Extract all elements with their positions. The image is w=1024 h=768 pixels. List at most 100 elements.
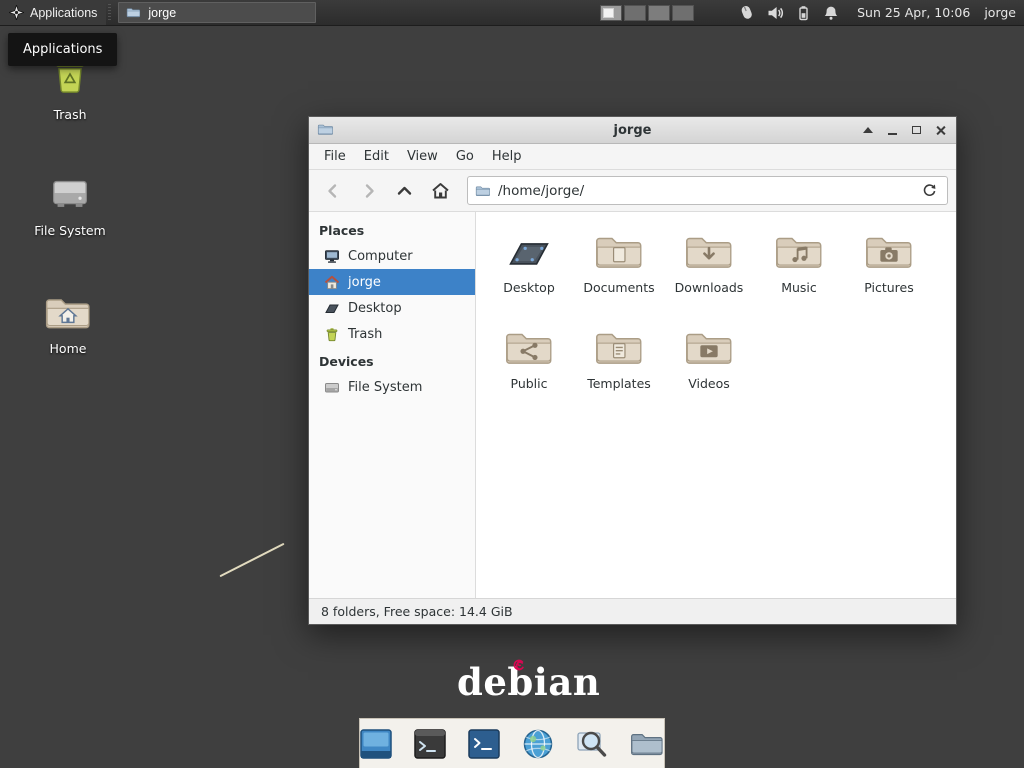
applications-menu-label: Applications — [30, 6, 97, 20]
desktop-surface-icon — [324, 301, 340, 316]
file-manager-window: jorge File Edit View Go Help — [308, 116, 957, 625]
taskbar-window-label: jorge — [148, 6, 176, 20]
folder-templates-icon — [593, 326, 645, 370]
taskbar-window-button[interactable]: jorge — [118, 2, 316, 23]
computer-icon — [324, 249, 340, 264]
file-manager-launcher[interactable] — [629, 724, 665, 764]
up-button[interactable] — [389, 176, 420, 206]
up-icon — [396, 183, 413, 199]
forward-icon — [361, 183, 377, 199]
desktop-icon-home[interactable]: Home — [20, 292, 116, 356]
desktop: Applications jorge — [0, 0, 1024, 768]
forward-button[interactable] — [353, 176, 384, 206]
file-item-label: Public — [511, 376, 548, 391]
minimize-button[interactable] — [880, 119, 904, 141]
clock[interactable]: Sun 25 Apr, 10:06 — [857, 5, 970, 20]
maximize-button[interactable] — [904, 119, 928, 141]
statusbar: 8 folders, Free space: 14.4 GiB — [309, 598, 956, 624]
power-tray-icon[interactable] — [796, 5, 811, 21]
home-icon — [324, 275, 340, 290]
desktop-icon-label: Trash — [53, 107, 86, 122]
user-menu[interactable]: jorge — [984, 5, 1016, 20]
folder-videos-icon — [683, 326, 735, 370]
file-item-label: Downloads — [675, 280, 744, 295]
applications-menu-icon — [9, 5, 24, 20]
applications-menu-button[interactable]: Applications — [0, 0, 106, 25]
terminal-launcher[interactable] — [413, 724, 447, 764]
sidebar: Places Computer — [309, 212, 476, 598]
desktop-surface-icon — [503, 230, 555, 274]
file-manager-folder-icon — [629, 729, 665, 759]
workspace-2[interactable] — [624, 5, 646, 21]
file-item-videos[interactable]: Videos — [664, 322, 754, 418]
top-panel: Applications jorge — [0, 0, 1024, 26]
show-desktop-icon — [359, 728, 393, 760]
location-bar[interactable]: /home/jorge/ — [467, 176, 948, 205]
sidebar-item-desktop[interactable]: Desktop — [309, 295, 475, 321]
file-item-music[interactable]: Music — [754, 226, 844, 322]
drive-icon — [324, 380, 340, 395]
sidebar-item-trash[interactable]: Trash — [309, 321, 475, 347]
close-button[interactable] — [928, 119, 952, 141]
sidebar-item-computer[interactable]: Computer — [309, 243, 475, 269]
workspace-1[interactable] — [600, 5, 622, 21]
volume-tray-icon[interactable] — [767, 5, 784, 21]
reload-button[interactable] — [918, 180, 940, 202]
sidebar-item-jorge[interactable]: jorge — [309, 269, 475, 295]
file-item-documents[interactable]: Documents — [574, 226, 664, 322]
system-tray — [738, 4, 839, 21]
file-item-label: Documents — [583, 280, 654, 295]
desktop-icon-filesystem[interactable]: File System — [22, 172, 118, 238]
menubar: File Edit View Go Help — [309, 144, 956, 170]
sidebar-item-label: jorge — [348, 275, 381, 290]
folder-music-icon — [773, 230, 825, 274]
menu-go[interactable]: Go — [447, 145, 483, 168]
file-item-pictures[interactable]: Pictures — [844, 226, 934, 322]
back-button[interactable] — [317, 176, 348, 206]
menu-view[interactable]: View — [398, 145, 447, 168]
web-browser-launcher[interactable] — [521, 724, 555, 764]
workspace-3[interactable] — [648, 5, 670, 21]
window-controls — [856, 117, 952, 143]
home-icon — [431, 182, 450, 200]
toolbar: /home/jorge/ — [309, 170, 956, 212]
web-browser-globe-icon — [521, 728, 555, 760]
taskbar-window-icon — [126, 6, 141, 19]
location-path[interactable]: /home/jorge/ — [498, 183, 911, 199]
places-header: Places — [309, 216, 475, 243]
file-grid: Desktop Documents Downloads — [476, 212, 956, 598]
sidebar-item-label: Trash — [348, 327, 382, 342]
reload-icon — [922, 183, 937, 198]
back-icon — [325, 183, 341, 199]
show-desktop-launcher[interactable] — [359, 724, 393, 764]
file-item-templates[interactable]: Templates — [574, 322, 664, 418]
menu-help[interactable]: Help — [483, 145, 531, 168]
mouse-tray-icon[interactable] — [738, 4, 755, 21]
file-item-desktop[interactable]: Desktop — [484, 226, 574, 322]
workspace-4[interactable] — [672, 5, 694, 21]
file-item-downloads[interactable]: Downloads — [664, 226, 754, 322]
trash-icon — [324, 327, 340, 342]
menu-edit[interactable]: Edit — [355, 145, 398, 168]
terminal-dark-icon — [467, 728, 501, 760]
drive-icon — [47, 172, 93, 216]
file-item-label: Templates — [587, 376, 651, 391]
terminal-icon — [413, 728, 447, 760]
workspace-switcher — [600, 5, 694, 21]
debian-wordmark: debian — [457, 660, 600, 704]
folder-pictures-icon — [863, 230, 915, 274]
folder-download-icon — [683, 230, 735, 274]
desktop-icon-label: File System — [34, 223, 106, 238]
home-button[interactable] — [425, 176, 456, 206]
titlebar[interactable]: jorge — [309, 117, 956, 144]
terminal-dark-launcher[interactable] — [467, 724, 501, 764]
menu-file[interactable]: File — [315, 145, 355, 168]
shade-button[interactable] — [856, 119, 880, 141]
application-finder-icon — [575, 728, 609, 760]
notifications-tray-icon[interactable] — [823, 5, 839, 21]
file-item-public[interactable]: Public — [484, 322, 574, 418]
status-text: 8 folders, Free space: 14.4 GiB — [321, 604, 513, 619]
application-finder-launcher[interactable] — [575, 724, 609, 764]
folder-publicshare-icon — [503, 326, 555, 370]
sidebar-item-filesystem[interactable]: File System — [309, 374, 475, 400]
